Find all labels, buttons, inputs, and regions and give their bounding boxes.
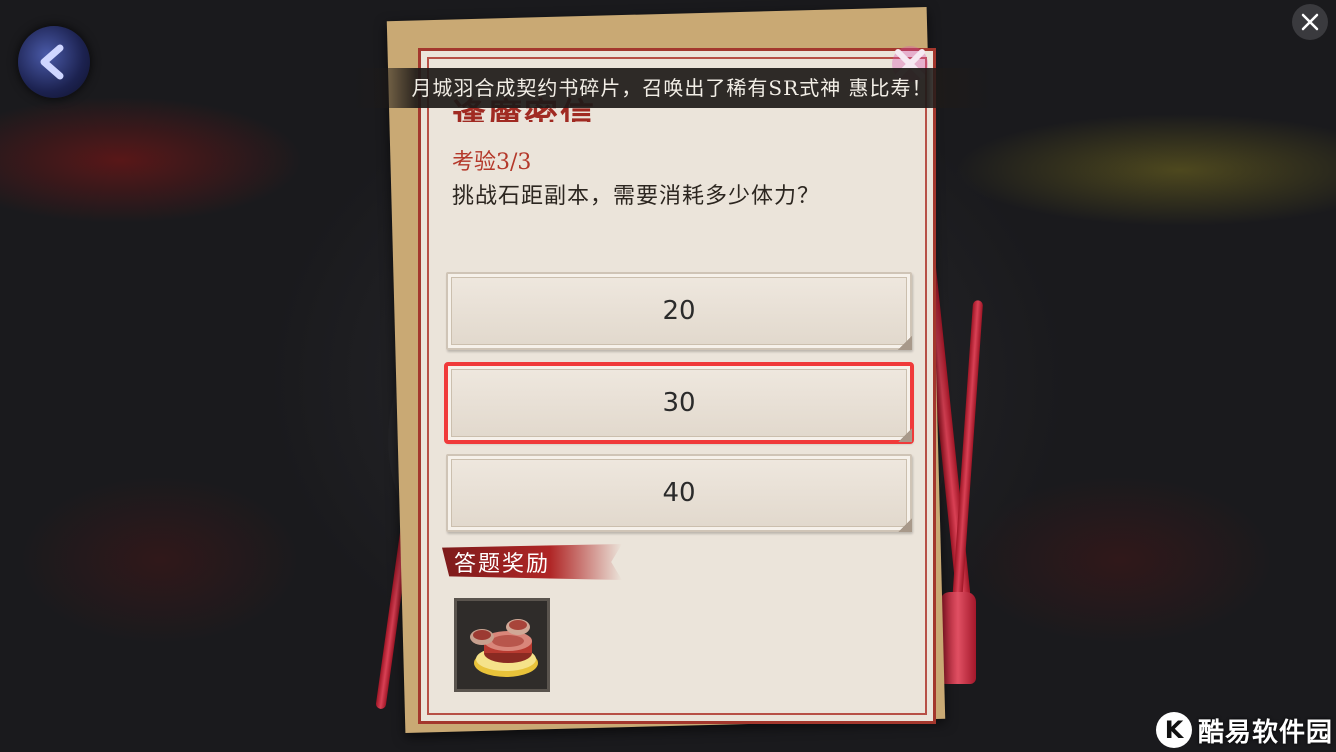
answer-option-label: 40 [662, 478, 696, 508]
food-dish-icon [470, 619, 538, 677]
answer-option-30[interactable]: 30 [444, 362, 914, 444]
site-watermark: K 酷易软件园 [1156, 708, 1336, 752]
answer-option-label: 30 [662, 388, 696, 418]
answer-option-label: 20 [662, 296, 696, 326]
watermark-text: 酷易软件园 [1198, 717, 1334, 748]
back-button[interactable] [18, 26, 90, 98]
system-notice-banner: 月城羽合成契约书碎片，召唤出了稀有SR式神 惠比寿！ [352, 68, 992, 108]
reward-label: 答题奖励 [454, 552, 551, 577]
page-fold [898, 428, 912, 442]
page-fold [898, 336, 912, 350]
red-tassel [940, 592, 976, 684]
page-fold [898, 518, 912, 532]
close-icon [1301, 13, 1319, 31]
back-arrow-icon [40, 44, 64, 80]
answer-option-40[interactable]: 40 [446, 454, 912, 532]
reward-item-slot[interactable] [454, 598, 550, 692]
watermark-logo: K [1156, 712, 1192, 748]
close-corner-button[interactable] [1292, 4, 1328, 40]
question-stage: 考验3/3 [452, 150, 532, 175]
question-text: 挑战石距副本，需要消耗多少体力？ [452, 184, 821, 209]
answer-option-20[interactable]: 20 [446, 272, 912, 350]
